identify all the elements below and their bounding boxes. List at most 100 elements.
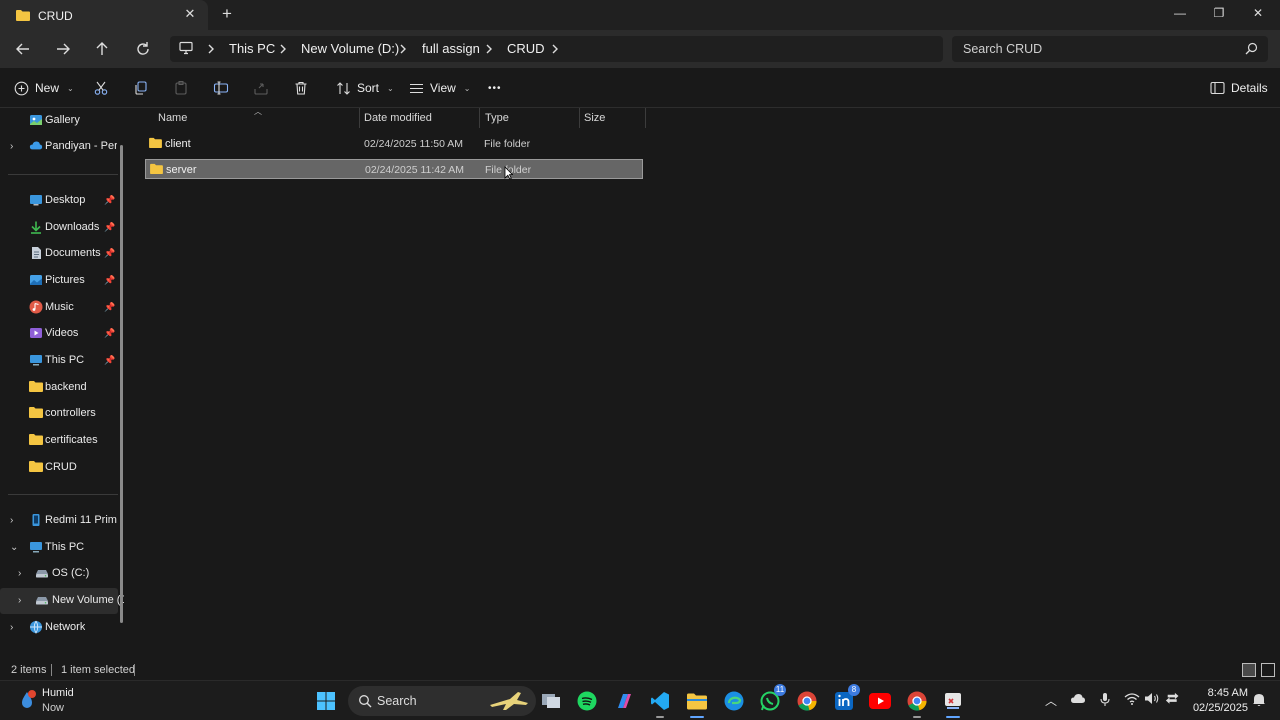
chevron-right-icon[interactable] [484,42,494,59]
column-header-type[interactable]: Type [485,112,509,124]
tiles-view-button[interactable] [1261,663,1275,677]
column-header-size[interactable]: Size [584,112,605,124]
new-tab-button[interactable]: + [218,5,236,23]
linkedin-app[interactable]: 8 [830,684,860,715]
volume-icon[interactable] [1144,692,1160,708]
column-divider[interactable] [359,108,360,128]
sidebar-item-pandiyan-personal[interactable]: › Pandiyan - Personal [0,134,118,160]
sidebar-item-this-pc[interactable]: This PC 📌 [0,348,118,374]
sidebar-item-backend[interactable]: backend [0,375,118,401]
breadcrumb-full-assign[interactable]: full assign [422,41,480,56]
spotify-app[interactable] [573,687,601,715]
taskbar-search-input[interactable]: Search [348,686,536,716]
refresh-button[interactable] [132,38,154,60]
breadcrumb-new-volume[interactable]: New Volume (D:) [301,41,399,56]
paste-button[interactable] [173,78,189,98]
wifi-icon[interactable] [1124,692,1140,708]
system-clock[interactable]: 8:45 AM 02/25/2025 [1188,686,1248,716]
youtube-app[interactable] [866,687,894,715]
sidebar-item-os-c[interactable]: › OS (C:) [0,561,118,587]
sidebar-scrollbar[interactable] [120,145,123,623]
chevron-right-icon[interactable]: › [10,515,13,526]
sidebar-item-crud[interactable]: CRUD [0,455,118,481]
sort-button[interactable]: Sort ⌄ [336,78,394,98]
sidebar-item-documents[interactable]: Documents 📌 [0,241,118,267]
notifications-icon[interactable] [1252,692,1266,710]
chevron-right-icon[interactable] [278,42,288,59]
chevron-right-icon[interactable] [398,42,408,59]
column-divider[interactable] [479,108,480,128]
show-hidden-icons-icon[interactable]: ︿ [1045,692,1057,709]
weather-subtitle: Now [42,702,65,714]
cut-button[interactable] [93,78,109,98]
column-divider[interactable] [645,108,646,128]
task-view-button[interactable] [537,687,565,715]
breadcrumb-crud[interactable]: CRUD [507,41,545,56]
sidebar-item-videos[interactable]: Videos 📌 [0,321,118,347]
chevron-right-icon[interactable]: › [18,568,21,579]
whatsapp-app[interactable]: 11 [756,684,786,715]
chrome-app[interactable] [793,687,821,715]
plus-circle-icon [14,81,29,95]
up-button[interactable] [91,38,113,60]
minimize-button[interactable]: — [1160,0,1200,26]
column-divider[interactable] [579,108,580,128]
sidebar-item-desktop[interactable]: Desktop 📌 [0,188,118,214]
copilot-app[interactable] [610,687,638,715]
sidebar-item-gallery[interactable]: Gallery [0,108,118,134]
column-header-date-modified[interactable]: Date modified [364,112,432,124]
weather-widget[interactable]: Humid Now [12,685,102,717]
details-view-button[interactable] [1242,663,1256,677]
table-row-selected[interactable]: server 02/24/2025 11:42 AM File folder [145,159,643,179]
back-button[interactable] [12,38,34,60]
chevron-down-icon[interactable]: ⌄ [10,542,18,553]
edge-app[interactable] [720,687,748,715]
sidebar-item-new-volume-d[interactable]: › New Volume (D:) [0,588,124,614]
view-button[interactable]: View ⌄ [409,78,471,98]
folder-icon [29,433,43,447]
delete-button[interactable] [293,78,309,98]
sidebar-item-controllers[interactable]: controllers [0,401,118,427]
sidebar-item-pictures[interactable]: Pictures 📌 [0,268,118,294]
chevron-right-icon[interactable]: › [10,141,13,152]
chevron-right-icon[interactable] [550,42,560,59]
onedrive-sync-icon[interactable] [1070,692,1086,707]
vscode-app[interactable] [646,687,674,718]
search-input[interactable]: Search CRUD [952,36,1268,62]
chevron-down-icon: ⌄ [67,83,74,93]
battery-sync-icon[interactable] [1165,692,1181,709]
pin-icon: 📌 [104,355,116,365]
sidebar-item-downloads[interactable]: Downloads 📌 [0,215,118,241]
sidebar-item-certificates[interactable]: certificates [0,428,118,454]
chrome-app-2[interactable] [903,687,931,718]
chrome-icon [907,691,927,711]
file-explorer-app[interactable] [683,687,711,718]
microphone-icon[interactable] [1099,692,1111,710]
sidebar-item-label: Music [45,301,74,313]
new-button[interactable]: New ⌄ [14,78,74,98]
sidebar-item-redmi-11-prime-5g[interactable]: › Redmi 11 Prime 5G [0,508,118,534]
chevron-right-icon[interactable] [206,42,216,59]
table-row[interactable]: client 02/24/2025 11:50 AM File folder [145,134,643,154]
sidebar-item-network[interactable]: › Network [0,615,118,641]
rename-button[interactable] [213,78,229,98]
file-list: ︿ Name Date modified Type Size client 02… [134,107,1280,658]
address-bar[interactable]: This PC New Volume (D:) full assign CRUD [170,36,943,62]
start-button[interactable] [312,687,340,715]
chevron-right-icon[interactable]: › [18,595,21,606]
tab-crud[interactable]: CRUD ✕ [0,0,208,30]
close-tab-icon[interactable]: ✕ [182,6,198,22]
details-button[interactable]: Details [1210,78,1268,98]
forward-button[interactable] [52,38,74,60]
breadcrumb-this-pc[interactable]: This PC [229,41,275,56]
sidebar-item-music[interactable]: Music 📌 [0,295,118,321]
maximize-button[interactable]: ❐ [1199,0,1239,26]
chevron-right-icon[interactable]: › [10,622,13,633]
more-options-button[interactable]: ••• [488,78,502,98]
sidebar-item-this-pc[interactable]: ⌄ This PC [0,535,118,561]
close-window-button[interactable]: ✕ [1238,0,1278,26]
column-header-name[interactable]: Name [158,112,187,124]
snipping-tool-app[interactable] [939,687,967,718]
share-button[interactable] [253,78,269,98]
copy-button[interactable] [133,78,149,98]
